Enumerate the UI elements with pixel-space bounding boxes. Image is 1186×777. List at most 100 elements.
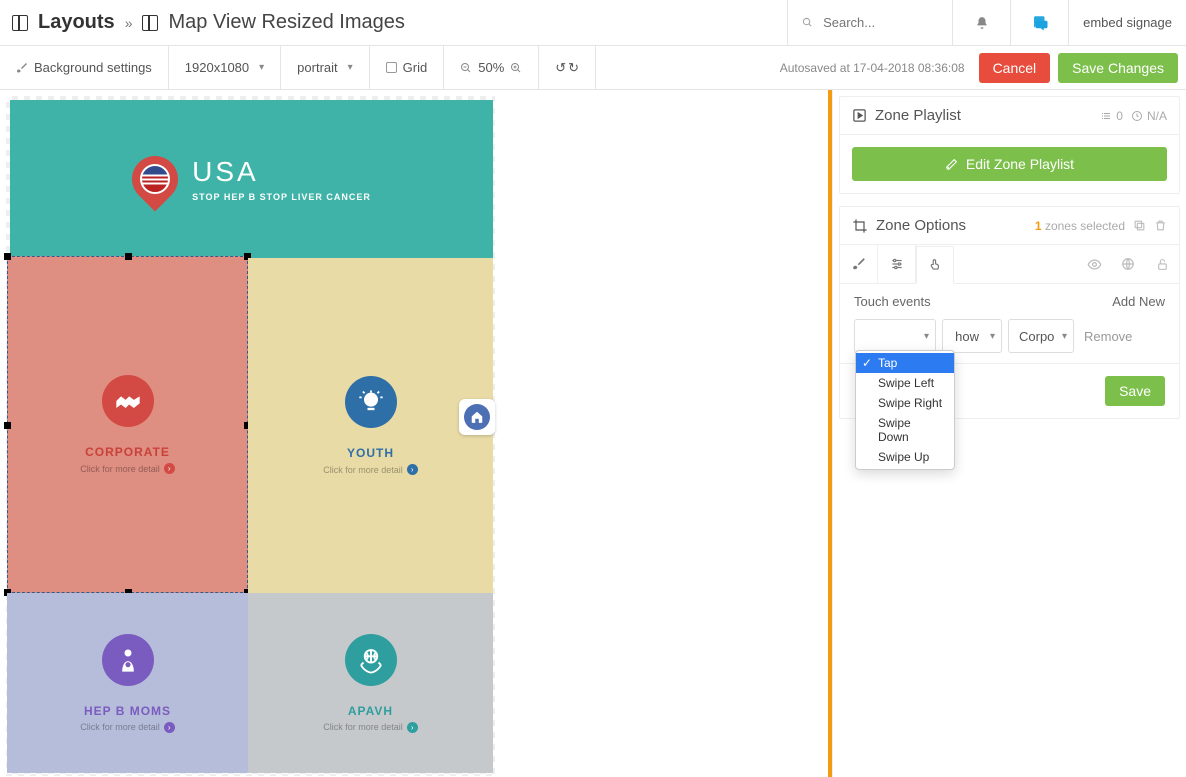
zone-header-subtitle: STOP HEP B STOP LIVER CANCER xyxy=(192,192,371,202)
tile-title: HEP B MOMS xyxy=(84,704,171,718)
copy-icon[interactable] xyxy=(1133,219,1146,232)
usa-flag-icon xyxy=(140,164,170,194)
arrow-right-icon: › xyxy=(407,722,418,733)
breadcrumb-page[interactable]: Map View Resized Images xyxy=(168,11,404,34)
edit-zone-playlist-button[interactable]: Edit Zone Playlist xyxy=(852,147,1167,181)
tile-title: YOUTH xyxy=(347,446,394,460)
arrow-right-icon: › xyxy=(164,463,175,474)
zone-options-title: Zone Options xyxy=(876,217,1027,234)
playlist-duration: N/A xyxy=(1131,109,1167,123)
touch-event-row: ▾ Tap Swipe Left Swipe Right Swipe Down … xyxy=(854,319,1165,353)
zone-options-panel: Zone Options 1 zones selected Touch even… xyxy=(839,206,1180,419)
zone-header[interactable]: USA STOP HEP B STOP LIVER CANCER xyxy=(10,100,493,258)
chat-button[interactable] xyxy=(1010,0,1068,45)
chat-icon xyxy=(1031,14,1049,32)
event-type-dropdown: Tap Swipe Left Swipe Right Swipe Down Sw… xyxy=(855,350,955,470)
zone-corporate[interactable]: CORPORATE Click for more detail› xyxy=(7,256,248,593)
tab-touch[interactable] xyxy=(916,246,954,284)
orientation-value: portrait xyxy=(297,60,337,75)
visibility-toggle[interactable] xyxy=(1077,245,1111,283)
sliders-icon xyxy=(890,257,904,271)
canvas[interactable]: USA STOP HEP B STOP LIVER CANCER CORPORA… xyxy=(0,90,828,777)
remove-button[interactable]: Remove xyxy=(1084,329,1132,344)
trash-icon[interactable] xyxy=(1154,219,1167,232)
zones-selected: 1 zones selected xyxy=(1035,219,1125,233)
tile-subtitle: Click for more detail› xyxy=(80,463,175,474)
map-pin-icon xyxy=(123,146,188,211)
globe-icon xyxy=(1121,257,1135,271)
action-value: how xyxy=(955,329,979,344)
breadcrumb-separator-icon: » xyxy=(125,15,133,31)
option-swipe-up[interactable]: Swipe Up xyxy=(856,447,954,467)
zoom-in-icon xyxy=(510,62,522,74)
option-swipe-left[interactable]: Swipe Left xyxy=(856,373,954,393)
orientation-select[interactable]: portrait ▾ xyxy=(281,46,370,89)
add-new-button[interactable]: Add New xyxy=(1112,294,1165,309)
zoom-control[interactable]: 50% xyxy=(444,46,539,89)
chevron-down-icon: ▾ xyxy=(259,62,264,73)
handshake-icon xyxy=(102,375,154,427)
tab-settings[interactable] xyxy=(878,245,916,283)
tile-subtitle: Click for more detail› xyxy=(323,722,418,733)
brush-icon xyxy=(16,62,28,74)
redo-icon[interactable]: ↻ xyxy=(568,60,579,76)
edit-icon xyxy=(945,158,958,171)
tile-title: APAVH xyxy=(348,704,393,718)
arrow-right-icon: › xyxy=(164,722,175,733)
touch-events-section: Touch events Add New ▾ Tap Swipe Left Sw… xyxy=(840,284,1179,363)
zone-apavh[interactable]: APAVH Click for more detail› xyxy=(248,593,493,773)
brand-label[interactable]: embed signage xyxy=(1068,0,1186,45)
zoom-out-icon xyxy=(460,62,472,74)
option-swipe-down[interactable]: Swipe Down xyxy=(856,413,954,447)
history-buttons[interactable]: ↺ ↻ xyxy=(539,46,596,89)
zone-option-tabs xyxy=(840,245,1179,284)
lock-toggle[interactable] xyxy=(1145,245,1179,283)
home-icon xyxy=(470,410,484,424)
cancel-button[interactable]: Cancel xyxy=(979,53,1051,83)
breadcrumb-root[interactable]: Layouts xyxy=(38,11,115,34)
grid-toggle[interactable]: Grid xyxy=(370,46,445,89)
brush-icon xyxy=(852,257,866,271)
main: USA STOP HEP B STOP LIVER CANCER CORPORA… xyxy=(0,90,1186,777)
background-settings-button[interactable]: Background settings xyxy=(0,46,169,89)
zone-playlist-panel: Zone Playlist 0 N/A Edit Zone Playlist xyxy=(839,96,1180,194)
touch-events-label: Touch events xyxy=(854,294,931,309)
topbar: Layouts » Map View Resized Images embed … xyxy=(0,0,1186,46)
layout-icon xyxy=(142,15,158,31)
mother-icon xyxy=(102,634,154,686)
globe-toggle[interactable] xyxy=(1111,245,1145,283)
grid-label: Grid xyxy=(403,60,428,75)
hand-pointer-icon xyxy=(928,258,942,272)
resolution-select[interactable]: 1920x1080 ▾ xyxy=(169,46,281,89)
arrow-right-icon: › xyxy=(407,464,418,475)
action-select[interactable]: how ▾ xyxy=(942,319,1002,353)
search-input[interactable] xyxy=(823,15,938,30)
undo-icon[interactable]: ↺ xyxy=(555,60,566,76)
zone-youth[interactable]: YOUTH Click for more detail› xyxy=(248,258,493,593)
zone-header-title: USA xyxy=(192,156,371,188)
home-button[interactable] xyxy=(459,399,495,435)
unlock-icon xyxy=(1156,258,1169,271)
bell-icon xyxy=(975,16,989,30)
save-changes-button[interactable]: Save Changes xyxy=(1058,53,1178,83)
background-settings-label: Background settings xyxy=(34,60,152,75)
zone-hepbmoms[interactable]: HEP B MOMS Click for more detail› xyxy=(7,593,248,773)
tile-subtitle: Click for more detail› xyxy=(323,464,418,475)
toolbar: Background settings 1920x1080 ▾ portrait… xyxy=(0,46,1186,90)
tab-style[interactable] xyxy=(840,245,878,283)
option-tap[interactable]: Tap xyxy=(856,353,954,373)
chevron-down-icon: ▾ xyxy=(990,331,995,342)
event-type-select[interactable]: ▾ Tap Swipe Left Swipe Right Swipe Down … xyxy=(854,319,936,353)
clock-icon xyxy=(1131,110,1143,122)
zoom-value: 50% xyxy=(478,60,504,75)
checkbox-icon xyxy=(386,62,397,73)
crop-icon xyxy=(852,218,868,234)
notifications-button[interactable] xyxy=(952,0,1010,45)
chevron-down-icon: ▾ xyxy=(1062,331,1067,342)
play-square-icon xyxy=(852,108,867,123)
autosave-label: Autosaved at 17-04-2018 08:36:08 xyxy=(780,61,979,75)
chevron-down-icon: ▾ xyxy=(348,62,353,73)
target-select[interactable]: Corpo▾ xyxy=(1008,319,1074,353)
option-swipe-right[interactable]: Swipe Right xyxy=(856,393,954,413)
save-button[interactable]: Save xyxy=(1105,376,1165,406)
